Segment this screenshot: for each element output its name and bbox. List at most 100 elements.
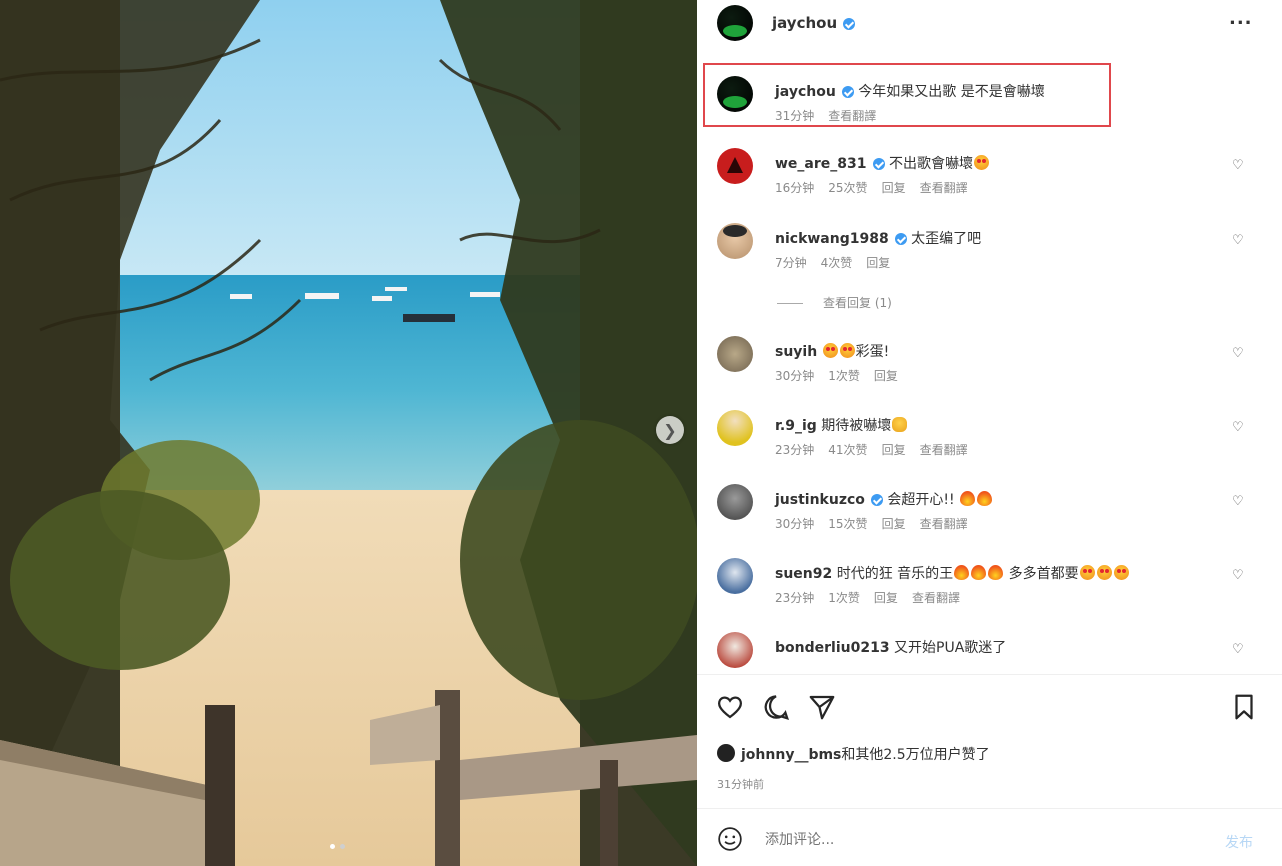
heart-eyes-emoji-icon (822, 343, 838, 358)
reply-link[interactable]: 回复 (874, 591, 898, 605)
caption-text: 今年如果又出歌 是不是會嚇壞 (858, 84, 1045, 100)
comment-text: 期待被嚇壞 (821, 418, 892, 434)
post-caption: jaychou 今年如果又出歌 是不是會嚇壞 31分钟 查看翻譯 (697, 74, 1282, 134)
comment-text: 时代的狂 音乐的王 (836, 566, 954, 582)
commenter-avatar[interactable] (717, 632, 753, 668)
post-photo: ❯ (0, 0, 697, 866)
heart-eyes-emoji-icon (839, 343, 855, 358)
comment-time: 23分钟 (775, 443, 815, 457)
divider (697, 674, 1282, 675)
comment-item: suen92 时代的狂 音乐的王 多多首都要 23分钟 1次赞 回复 查看翻譯 ♡ (697, 556, 1282, 616)
translate-link[interactable]: 查看翻譯 (920, 517, 968, 531)
like-comment-heart-icon[interactable]: ♡ (1232, 494, 1244, 509)
reply-link[interactable]: 回复 (882, 517, 906, 531)
commenter-username[interactable]: suen92 (775, 566, 832, 582)
likes-rest: 和其他2.5万位用户赞了 (841, 747, 990, 763)
add-comment-bar: 发布 (697, 822, 1282, 858)
comments-panel: jaychou ... jaychou 今年如果又出歌 是不是會嚇壞 31分钟查… (697, 0, 1282, 866)
verified-icon (843, 17, 856, 30)
commenter-avatar[interactable] (717, 148, 753, 184)
comment-likes[interactable]: 15次赞 (828, 517, 867, 531)
comment-item: suyih 彩蛋! 30分钟 1次赞 回复 ♡ (697, 334, 1282, 394)
comment-time: 7分钟 (775, 256, 807, 270)
commenter-username[interactable]: justinkuzco (775, 492, 865, 508)
share-send-icon[interactable] (807, 692, 837, 722)
caption-avatar[interactable] (717, 76, 753, 112)
comment-likes[interactable]: 4次赞 (821, 256, 853, 270)
reply-link[interactable]: 回复 (874, 369, 898, 383)
caption-translate-link[interactable]: 查看翻譯 (828, 109, 876, 123)
comment-text: 会超开心!! (887, 492, 955, 508)
comment-bubble-icon[interactable] (761, 692, 791, 722)
translate-link[interactable]: 查看翻譯 (920, 181, 968, 195)
like-comment-heart-icon[interactable]: ♡ (1232, 568, 1244, 583)
heart-eyes-emoji-icon (1079, 565, 1095, 580)
comment-text: 太歪编了吧 (911, 231, 982, 247)
commenter-avatar[interactable] (717, 223, 753, 259)
reply-link[interactable]: 回复 (866, 256, 890, 270)
reply-link[interactable]: 回复 (882, 181, 906, 195)
commenter-username[interactable]: bonderliu0213 (775, 640, 890, 656)
fire-emoji-icon (977, 491, 993, 506)
like-comment-heart-icon[interactable]: ♡ (1232, 158, 1244, 173)
beach-photo (0, 0, 697, 866)
comment-item: r.9_ig 期待被嚇壞 23分钟 41次赞 回复 查看翻譯 ♡ (697, 408, 1282, 468)
fire-emoji-icon (988, 565, 1004, 580)
next-photo-button[interactable]: ❯ (656, 416, 684, 444)
commenter-username[interactable]: suyih (775, 344, 817, 360)
caption-time: 31分钟 (775, 109, 815, 123)
more-options-button[interactable]: ... (1229, 8, 1253, 29)
heart-eyes-emoji-icon (1096, 565, 1112, 580)
author-username[interactable]: jaychou (772, 14, 856, 32)
like-heart-icon[interactable] (715, 692, 745, 722)
verified-icon (870, 494, 883, 506)
like-comment-heart-icon[interactable]: ♡ (1232, 642, 1244, 657)
comment-text: 彩蛋! (855, 344, 890, 360)
verified-icon (872, 158, 885, 170)
comment-likes[interactable]: 1次赞 (828, 591, 860, 605)
comment-time: 16分钟 (775, 181, 815, 195)
commenter-avatar[interactable] (717, 410, 753, 446)
like-comment-heart-icon[interactable]: ♡ (1232, 233, 1244, 248)
commenter-username[interactable]: we_are_831 (775, 156, 867, 172)
comment-time: 23分钟 (775, 591, 815, 605)
comment-time: 30分钟 (775, 369, 815, 383)
divider (697, 808, 1282, 809)
author-avatar[interactable] (717, 5, 753, 41)
emoji-smile-icon[interactable] (717, 826, 743, 852)
comment-item: bonderliu0213 又开始PUA歌迷了 ♡ (697, 630, 1282, 670)
bookmark-icon[interactable] (1229, 692, 1259, 722)
comment-input[interactable] (763, 831, 1207, 849)
translate-link[interactable]: 查看翻譯 (920, 443, 968, 457)
liker-username[interactable]: johnny__bms (741, 747, 841, 763)
comment-likes[interactable]: 25次赞 (828, 181, 867, 195)
verified-icon (894, 233, 907, 245)
verified-icon (841, 86, 854, 98)
post-time: 31分钟前 (717, 778, 764, 791)
commenter-avatar[interactable] (717, 484, 753, 520)
translate-link[interactable]: 查看翻譯 (912, 591, 960, 605)
comment-item: justinkuzco 会超开心!! 30分钟 15次赞 回复 查看翻譯 ♡ (697, 482, 1282, 542)
post-header: jaychou ... (697, 0, 1282, 46)
comment-likes[interactable]: 1次赞 (828, 369, 860, 383)
likes-summary[interactable]: johnny__bms和其他2.5万位用户赞了 (717, 744, 990, 764)
commenter-username[interactable]: r.9_ig (775, 418, 817, 434)
like-comment-heart-icon[interactable]: ♡ (1232, 420, 1244, 435)
comment-item: nickwang1988 太歪编了吧 7分钟 4次赞 回复 ♡ (697, 221, 1282, 281)
heart-eyes-emoji-icon (1113, 565, 1129, 580)
comment-item: we_are_831 不出歌會嚇壞 16分钟 25次赞 回复 查看翻譯 ♡ (697, 146, 1282, 206)
post-actions (697, 690, 1282, 726)
comment-text-2: 多多首都要 (1008, 566, 1079, 582)
view-replies-link[interactable]: 查看回复 (1) (777, 294, 892, 311)
liker-avatar (717, 744, 735, 762)
fire-emoji-icon (954, 565, 970, 580)
commenter-avatar[interactable] (717, 336, 753, 372)
commenter-username[interactable]: nickwang1988 (775, 231, 889, 247)
like-comment-heart-icon[interactable]: ♡ (1232, 346, 1244, 361)
post-comment-button[interactable]: 发布 (1225, 832, 1253, 852)
commenter-avatar[interactable] (717, 558, 753, 594)
caption-username[interactable]: jaychou (775, 84, 836, 100)
comment-likes[interactable]: 41次赞 (828, 443, 867, 457)
carousel-dots (330, 844, 345, 849)
reply-link[interactable]: 回复 (882, 443, 906, 457)
